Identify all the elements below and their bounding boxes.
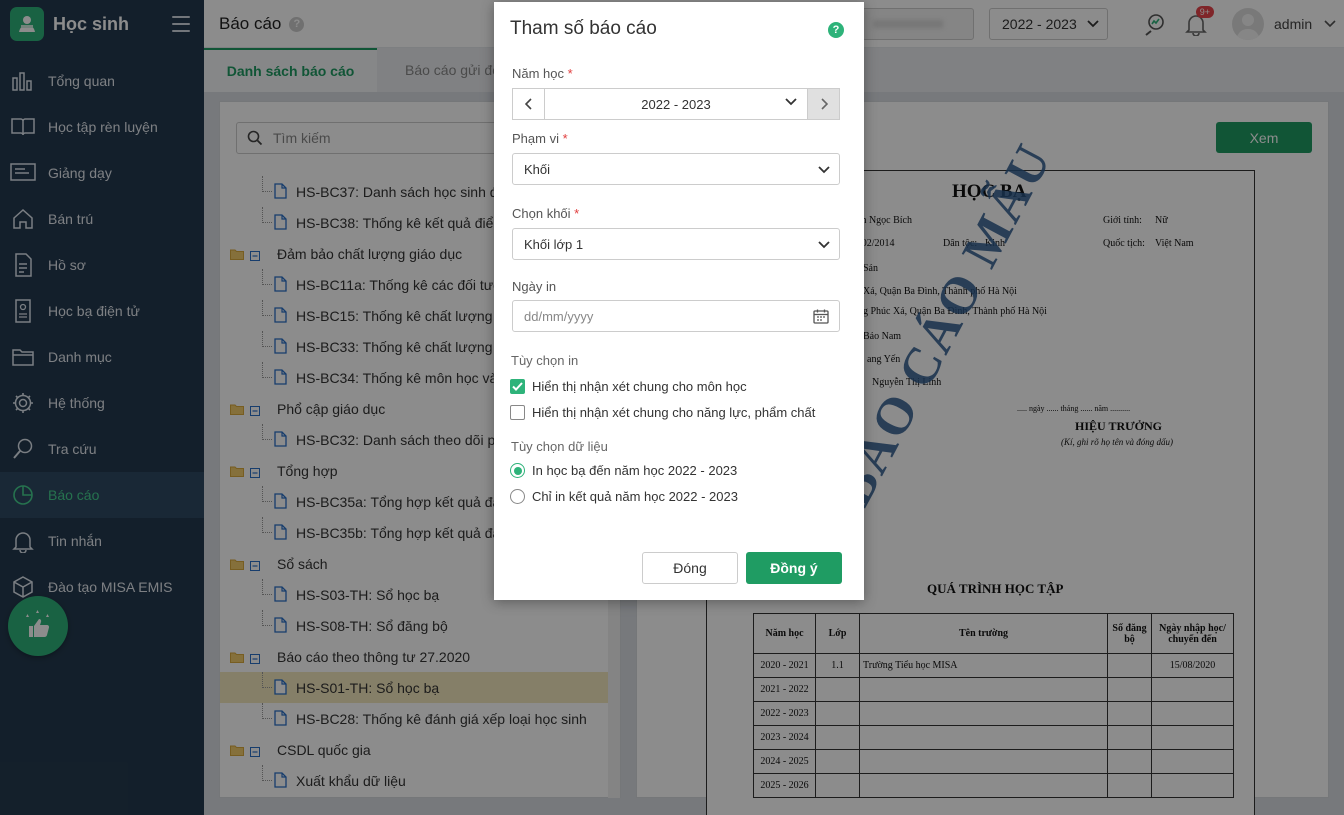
calendar-icon[interactable] <box>813 309 829 324</box>
scope-select[interactable]: Khối <box>512 153 840 185</box>
print-date-label: Ngày in <box>512 279 557 294</box>
data-options-label: Tùy chọn dữ liệu <box>511 439 608 454</box>
chevron-down-icon <box>818 166 830 174</box>
grade-label: Chọn khối * <box>512 206 580 221</box>
radio-print-up-to-year-label: In học bạ đến năm học 2022 - 2023 <box>532 463 738 478</box>
chevron-down-icon <box>818 241 830 249</box>
school-year-label: Năm học * <box>512 66 573 81</box>
chevron-right-icon <box>820 98 828 110</box>
scope-label: Phạm vi * <box>512 131 568 146</box>
close-button[interactable]: Đóng <box>642 552 738 584</box>
confirm-button[interactable]: Đồng ý <box>746 552 842 584</box>
chevron-down-icon <box>785 98 797 106</box>
report-params-dialog: Tham số báo cáo ? Năm học * 2022 - 2023 … <box>494 2 864 600</box>
grade-select[interactable]: Khối lớp 1 <box>512 228 840 260</box>
option-subject-comment[interactable]: Hiển thị nhận xét chung cho môn học <box>510 379 747 394</box>
chevron-left-icon <box>524 98 532 110</box>
radio-print-up-to-year[interactable]: In học bạ đến năm học 2022 - 2023 <box>510 463 737 478</box>
option-ability-comment[interactable]: Hiển thị nhận xét chung cho năng lực, ph… <box>510 405 815 420</box>
school-year-select[interactable]: 2022 - 2023 <box>545 88 807 120</box>
next-year-button[interactable] <box>807 88 840 120</box>
dialog-title: Tham số báo cáo <box>510 18 657 39</box>
option-ability-comment-label: Hiển thị nhận xét chung cho năng lực, ph… <box>532 405 816 420</box>
print-date-input[interactable]: dd/mm/yyyy <box>512 300 840 332</box>
radio-print-year-only-label: Chỉ in kết quả năm học 2022 - 2023 <box>532 489 738 504</box>
radio-print-year-only[interactable]: Chỉ in kết quả năm học 2022 - 2023 <box>510 489 738 504</box>
prev-year-button[interactable] <box>512 88 545 120</box>
school-year-pager: 2022 - 2023 <box>512 88 840 120</box>
radio-selected-icon[interactable] <box>510 463 525 478</box>
checkbox-checked-icon[interactable] <box>510 379 525 394</box>
option-subject-comment-label: Hiển thị nhận xét chung cho môn học <box>532 379 747 394</box>
grade-value: Khối lớp 1 <box>524 236 584 252</box>
scope-value: Khối <box>524 161 551 177</box>
dialog-help-icon[interactable]: ? <box>828 22 844 38</box>
school-year-value: 2022 - 2023 <box>641 96 711 112</box>
print-date-placeholder: dd/mm/yyyy <box>524 308 594 324</box>
radio-unselected-icon[interactable] <box>510 489 525 504</box>
print-options-label: Tùy chọn in <box>511 353 579 368</box>
app-root: Học sinh Tổng quan Học tập rèn luyện Giảng… <box>0 0 1344 815</box>
checkbox-unchecked-icon[interactable] <box>510 405 525 420</box>
